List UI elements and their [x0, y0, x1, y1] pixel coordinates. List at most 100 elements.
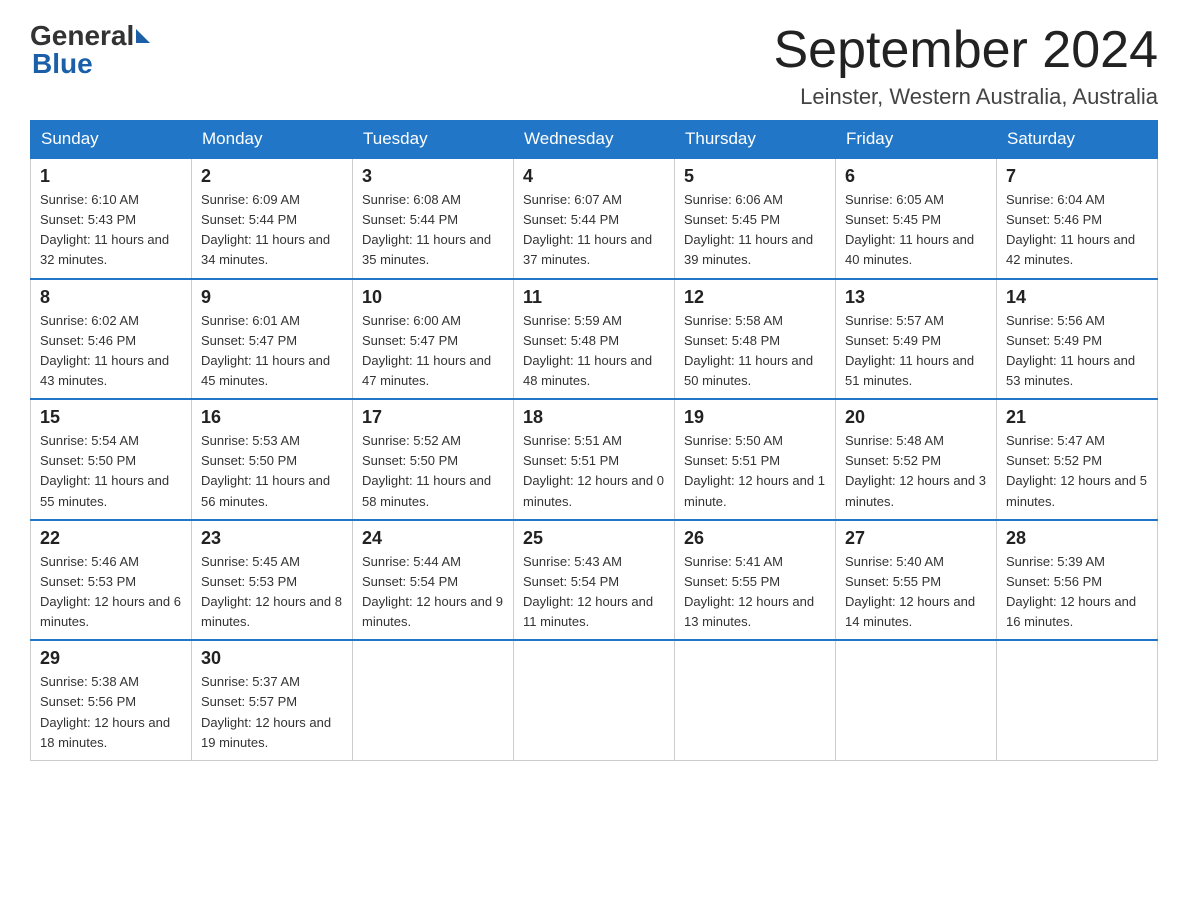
day-info: Sunrise: 5:39 AMSunset: 5:56 PMDaylight:… [1006, 552, 1148, 633]
day-info: Sunrise: 5:45 AMSunset: 5:53 PMDaylight:… [201, 552, 343, 633]
page-header: General Blue September 2024 Leinster, We… [30, 20, 1158, 110]
calendar-cell: 8 Sunrise: 6:02 AMSunset: 5:46 PMDayligh… [31, 279, 192, 400]
day-number: 19 [684, 407, 826, 428]
day-number: 9 [201, 287, 343, 308]
calendar-cell [353, 640, 514, 760]
calendar-cell: 12 Sunrise: 5:58 AMSunset: 5:48 PMDaylig… [675, 279, 836, 400]
calendar-cell: 6 Sunrise: 6:05 AMSunset: 5:45 PMDayligh… [836, 158, 997, 279]
day-info: Sunrise: 5:50 AMSunset: 5:51 PMDaylight:… [684, 431, 826, 512]
day-number: 4 [523, 166, 665, 187]
calendar-cell: 9 Sunrise: 6:01 AMSunset: 5:47 PMDayligh… [192, 279, 353, 400]
day-info: Sunrise: 6:04 AMSunset: 5:46 PMDaylight:… [1006, 190, 1148, 271]
calendar-header-thursday: Thursday [675, 121, 836, 159]
day-number: 5 [684, 166, 826, 187]
day-number: 18 [523, 407, 665, 428]
day-info: Sunrise: 5:37 AMSunset: 5:57 PMDaylight:… [201, 672, 343, 753]
calendar-cell: 14 Sunrise: 5:56 AMSunset: 5:49 PMDaylig… [997, 279, 1158, 400]
calendar-week-row: 29 Sunrise: 5:38 AMSunset: 5:56 PMDaylig… [31, 640, 1158, 760]
day-number: 6 [845, 166, 987, 187]
day-number: 27 [845, 528, 987, 549]
calendar-cell: 22 Sunrise: 5:46 AMSunset: 5:53 PMDaylig… [31, 520, 192, 641]
day-info: Sunrise: 6:02 AMSunset: 5:46 PMDaylight:… [40, 311, 182, 392]
day-info: Sunrise: 6:01 AMSunset: 5:47 PMDaylight:… [201, 311, 343, 392]
calendar-cell: 10 Sunrise: 6:00 AMSunset: 5:47 PMDaylig… [353, 279, 514, 400]
day-info: Sunrise: 6:05 AMSunset: 5:45 PMDaylight:… [845, 190, 987, 271]
day-info: Sunrise: 5:51 AMSunset: 5:51 PMDaylight:… [523, 431, 665, 512]
calendar-cell: 24 Sunrise: 5:44 AMSunset: 5:54 PMDaylig… [353, 520, 514, 641]
day-info: Sunrise: 5:53 AMSunset: 5:50 PMDaylight:… [201, 431, 343, 512]
day-number: 1 [40, 166, 182, 187]
calendar-cell: 16 Sunrise: 5:53 AMSunset: 5:50 PMDaylig… [192, 399, 353, 520]
calendar-cell: 13 Sunrise: 5:57 AMSunset: 5:49 PMDaylig… [836, 279, 997, 400]
day-number: 12 [684, 287, 826, 308]
calendar-cell [997, 640, 1158, 760]
day-number: 25 [523, 528, 665, 549]
calendar-cell: 3 Sunrise: 6:08 AMSunset: 5:44 PMDayligh… [353, 158, 514, 279]
calendar-cell [675, 640, 836, 760]
calendar-header-row: SundayMondayTuesdayWednesdayThursdayFrid… [31, 121, 1158, 159]
day-info: Sunrise: 6:09 AMSunset: 5:44 PMDaylight:… [201, 190, 343, 271]
calendar-cell: 4 Sunrise: 6:07 AMSunset: 5:44 PMDayligh… [514, 158, 675, 279]
day-info: Sunrise: 5:48 AMSunset: 5:52 PMDaylight:… [845, 431, 987, 512]
logo-arrow-icon [136, 29, 150, 43]
day-info: Sunrise: 5:46 AMSunset: 5:53 PMDaylight:… [40, 552, 182, 633]
month-title: September 2024 [774, 20, 1159, 80]
calendar-cell: 29 Sunrise: 5:38 AMSunset: 5:56 PMDaylig… [31, 640, 192, 760]
logo: General Blue [30, 20, 152, 80]
calendar-cell [836, 640, 997, 760]
day-info: Sunrise: 5:59 AMSunset: 5:48 PMDaylight:… [523, 311, 665, 392]
calendar-cell: 27 Sunrise: 5:40 AMSunset: 5:55 PMDaylig… [836, 520, 997, 641]
calendar-cell: 2 Sunrise: 6:09 AMSunset: 5:44 PMDayligh… [192, 158, 353, 279]
day-number: 17 [362, 407, 504, 428]
day-info: Sunrise: 5:44 AMSunset: 5:54 PMDaylight:… [362, 552, 504, 633]
day-number: 23 [201, 528, 343, 549]
day-info: Sunrise: 6:06 AMSunset: 5:45 PMDaylight:… [684, 190, 826, 271]
day-info: Sunrise: 5:47 AMSunset: 5:52 PMDaylight:… [1006, 431, 1148, 512]
calendar-cell: 20 Sunrise: 5:48 AMSunset: 5:52 PMDaylig… [836, 399, 997, 520]
title-block: September 2024 Leinster, Western Austral… [774, 20, 1159, 110]
calendar-week-row: 15 Sunrise: 5:54 AMSunset: 5:50 PMDaylig… [31, 399, 1158, 520]
day-info: Sunrise: 5:52 AMSunset: 5:50 PMDaylight:… [362, 431, 504, 512]
day-number: 11 [523, 287, 665, 308]
day-number: 20 [845, 407, 987, 428]
calendar-cell: 30 Sunrise: 5:37 AMSunset: 5:57 PMDaylig… [192, 640, 353, 760]
calendar-week-row: 1 Sunrise: 6:10 AMSunset: 5:43 PMDayligh… [31, 158, 1158, 279]
calendar-week-row: 8 Sunrise: 6:02 AMSunset: 5:46 PMDayligh… [31, 279, 1158, 400]
day-number: 13 [845, 287, 987, 308]
calendar-header-saturday: Saturday [997, 121, 1158, 159]
location-text: Leinster, Western Australia, Australia [774, 84, 1159, 110]
day-info: Sunrise: 5:56 AMSunset: 5:49 PMDaylight:… [1006, 311, 1148, 392]
calendar-cell: 11 Sunrise: 5:59 AMSunset: 5:48 PMDaylig… [514, 279, 675, 400]
calendar-cell: 7 Sunrise: 6:04 AMSunset: 5:46 PMDayligh… [997, 158, 1158, 279]
day-number: 29 [40, 648, 182, 669]
day-number: 2 [201, 166, 343, 187]
day-info: Sunrise: 6:07 AMSunset: 5:44 PMDaylight:… [523, 190, 665, 271]
calendar-cell: 18 Sunrise: 5:51 AMSunset: 5:51 PMDaylig… [514, 399, 675, 520]
day-number: 14 [1006, 287, 1148, 308]
day-number: 21 [1006, 407, 1148, 428]
calendar-cell: 1 Sunrise: 6:10 AMSunset: 5:43 PMDayligh… [31, 158, 192, 279]
day-number: 3 [362, 166, 504, 187]
day-info: Sunrise: 6:00 AMSunset: 5:47 PMDaylight:… [362, 311, 504, 392]
day-number: 7 [1006, 166, 1148, 187]
day-info: Sunrise: 5:40 AMSunset: 5:55 PMDaylight:… [845, 552, 987, 633]
day-info: Sunrise: 5:41 AMSunset: 5:55 PMDaylight:… [684, 552, 826, 633]
day-info: Sunrise: 5:57 AMSunset: 5:49 PMDaylight:… [845, 311, 987, 392]
day-info: Sunrise: 6:08 AMSunset: 5:44 PMDaylight:… [362, 190, 504, 271]
calendar-cell: 19 Sunrise: 5:50 AMSunset: 5:51 PMDaylig… [675, 399, 836, 520]
day-number: 16 [201, 407, 343, 428]
calendar-cell: 26 Sunrise: 5:41 AMSunset: 5:55 PMDaylig… [675, 520, 836, 641]
day-number: 10 [362, 287, 504, 308]
calendar-cell: 23 Sunrise: 5:45 AMSunset: 5:53 PMDaylig… [192, 520, 353, 641]
calendar-header-tuesday: Tuesday [353, 121, 514, 159]
calendar-cell: 17 Sunrise: 5:52 AMSunset: 5:50 PMDaylig… [353, 399, 514, 520]
day-number: 8 [40, 287, 182, 308]
calendar-header-friday: Friday [836, 121, 997, 159]
day-number: 28 [1006, 528, 1148, 549]
day-info: Sunrise: 5:58 AMSunset: 5:48 PMDaylight:… [684, 311, 826, 392]
calendar-cell: 15 Sunrise: 5:54 AMSunset: 5:50 PMDaylig… [31, 399, 192, 520]
day-number: 15 [40, 407, 182, 428]
day-number: 26 [684, 528, 826, 549]
calendar-header-wednesday: Wednesday [514, 121, 675, 159]
calendar-cell: 28 Sunrise: 5:39 AMSunset: 5:56 PMDaylig… [997, 520, 1158, 641]
